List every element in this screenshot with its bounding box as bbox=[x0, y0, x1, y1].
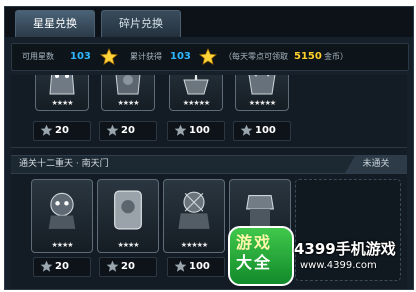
star-coin-icon bbox=[240, 124, 253, 136]
rarity-stars: ★★★★ bbox=[117, 99, 139, 107]
tab-bar: 星星兑换 碎片兑换 bbox=[5, 7, 413, 37]
cost-value: 20 bbox=[121, 125, 135, 136]
exchange-cost-button[interactable]: 20 bbox=[33, 121, 91, 141]
reward-card[interactable]: ★★★★ bbox=[97, 179, 159, 253]
site-watermark: 游戏 大全 4399手机游戏 www.4399.com bbox=[228, 226, 416, 292]
stage-title: 通关十二重天 · 南天门 bbox=[19, 159, 109, 169]
reward-card[interactable]: ★★★★ bbox=[31, 179, 93, 253]
reward-card[interactable]: ★★★★ bbox=[101, 75, 155, 111]
rarity-stars: ★★★★ bbox=[51, 99, 73, 107]
cost-value: 100 bbox=[189, 261, 210, 272]
star-icon bbox=[199, 48, 217, 65]
daily-reward-label: （每天零点可领取 bbox=[224, 52, 288, 61]
star-coin-icon bbox=[40, 124, 53, 136]
star-coin-icon bbox=[40, 260, 53, 272]
star-stats-bar: 可用星数 103 累计获得 103 （每天零点可领取 5150 金币） bbox=[11, 43, 409, 71]
reward-card[interactable]: ★★★★★ bbox=[163, 179, 225, 253]
divider bbox=[11, 147, 407, 148]
rarity-stars: ★★★★★ bbox=[182, 99, 210, 107]
logo-line1: 游戏 bbox=[236, 233, 273, 252]
cost-value: 100 bbox=[255, 125, 276, 136]
character-icon bbox=[248, 75, 276, 95]
stage-section-header: 通关十二重天 · 南天门 未通关 bbox=[11, 155, 407, 174]
exchange-cost-button[interactable]: 20 bbox=[99, 121, 157, 141]
rarity-stars: ★★★★★ bbox=[180, 241, 208, 249]
exchange-cost-button[interactable]: 100 bbox=[167, 121, 225, 141]
daily-reward-value: 5150 bbox=[294, 51, 322, 62]
watermark-url: www.4399.com bbox=[300, 260, 377, 271]
available-stars-label: 可用星数 bbox=[22, 52, 54, 61]
character-icon bbox=[178, 191, 210, 229]
character-icon bbox=[114, 190, 142, 230]
reward-card[interactable]: ★★★★★ bbox=[235, 75, 289, 111]
rarity-stars: ★★★★★ bbox=[248, 99, 276, 107]
reward-card[interactable]: ★★★★★ bbox=[169, 75, 223, 111]
star-coin-icon bbox=[106, 260, 119, 272]
cost-value: 20 bbox=[55, 125, 69, 136]
star-coin-icon bbox=[174, 260, 187, 272]
cost-value: 20 bbox=[55, 261, 69, 272]
star-coin-icon bbox=[174, 124, 187, 136]
total-stars-label: 累计获得 bbox=[130, 52, 162, 61]
exchange-cost-button[interactable]: 100 bbox=[167, 257, 225, 277]
character-icon bbox=[115, 75, 141, 95]
daily-reward-suffix: 金币） bbox=[324, 52, 348, 61]
tab-fragment-exchange[interactable]: 碎片兑换 bbox=[101, 10, 181, 37]
star-coin-icon bbox=[106, 124, 119, 136]
reward-card[interactable]: ★★★★ bbox=[35, 75, 89, 111]
available-stars-value: 103 bbox=[70, 51, 91, 62]
character-icon bbox=[49, 75, 75, 95]
logo-line2: 大全 bbox=[236, 253, 273, 272]
watermark-logo: 游戏 大全 bbox=[228, 226, 294, 286]
star-icon bbox=[100, 48, 118, 65]
rarity-stars: ★★★★ bbox=[51, 241, 73, 249]
exchange-cost-button[interactable]: 20 bbox=[99, 257, 157, 277]
exchange-cost-button[interactable]: 100 bbox=[233, 121, 291, 141]
total-stars-value: 103 bbox=[170, 51, 191, 62]
exchange-cost-button[interactable]: 20 bbox=[33, 257, 91, 277]
stage-status-badge: 未通关 bbox=[345, 156, 407, 173]
watermark-brand: 4399手机游戏 bbox=[294, 240, 396, 258]
character-icon bbox=[183, 75, 209, 95]
rarity-stars: ★★★★ bbox=[117, 241, 139, 249]
cost-value: 20 bbox=[121, 261, 135, 272]
character-icon bbox=[48, 192, 76, 229]
tab-star-exchange[interactable]: 星星兑换 bbox=[15, 10, 95, 37]
cost-value: 100 bbox=[189, 125, 210, 136]
